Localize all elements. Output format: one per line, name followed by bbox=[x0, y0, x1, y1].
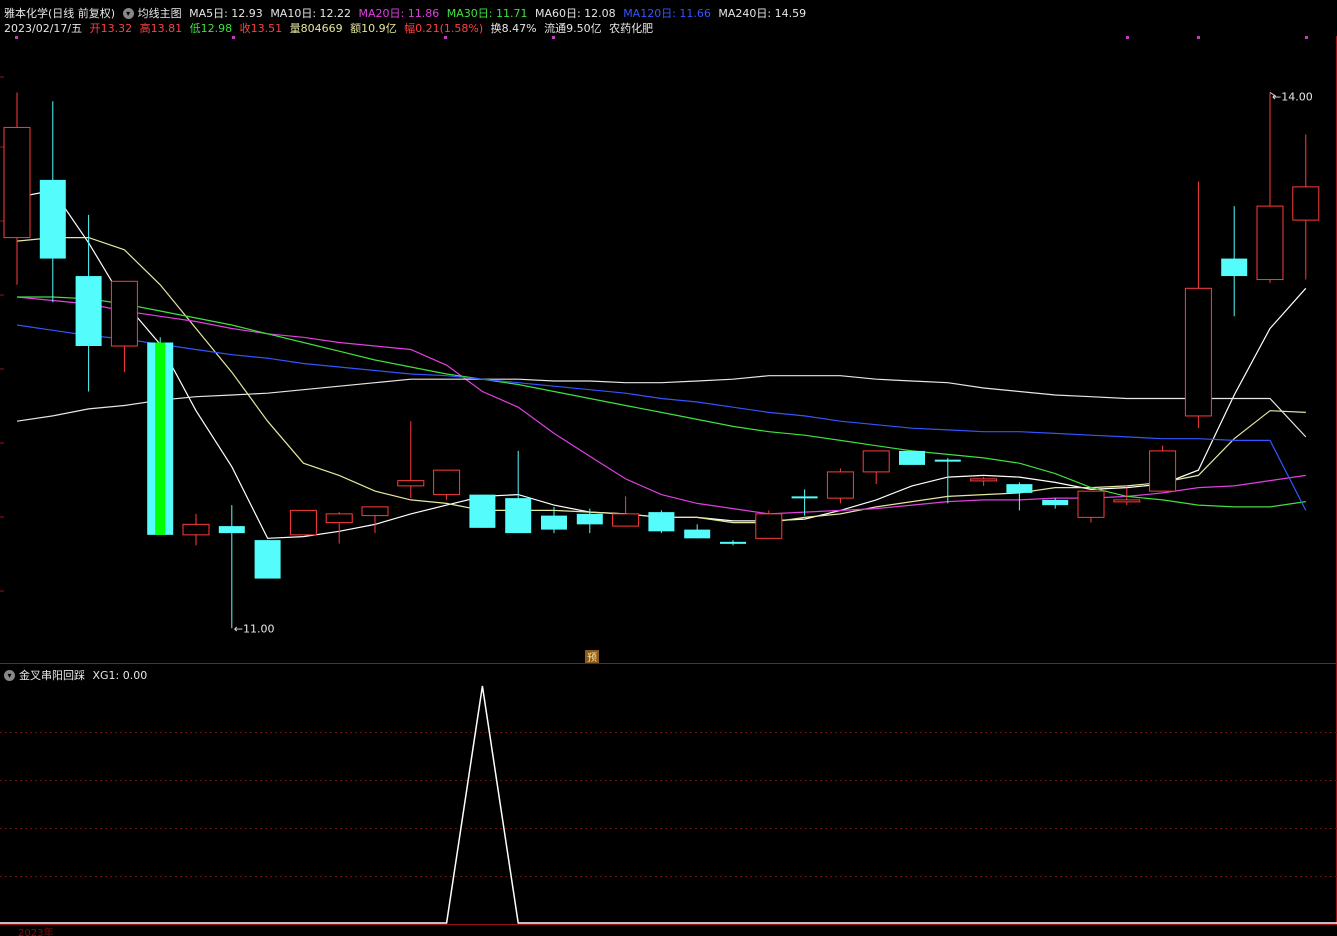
preview-badge[interactable]: 预 bbox=[585, 650, 599, 664]
candle[interactable] bbox=[325, 512, 353, 544]
candle[interactable] bbox=[1042, 498, 1069, 509]
candle[interactable] bbox=[1256, 92, 1284, 284]
candle-body-down bbox=[505, 498, 532, 534]
candle-body-down bbox=[75, 276, 102, 346]
candle[interactable] bbox=[862, 450, 890, 485]
candle-body-down bbox=[720, 541, 746, 544]
candle-body-down bbox=[39, 179, 66, 259]
candle-body-up bbox=[1256, 205, 1284, 281]
svg-text:←11.00: ←11.00 bbox=[234, 622, 275, 635]
candle-body-up bbox=[1113, 499, 1141, 503]
candle[interactable] bbox=[1149, 445, 1177, 492]
candle[interactable] bbox=[755, 510, 783, 539]
candle-body-down bbox=[899, 450, 925, 465]
candle[interactable] bbox=[1221, 206, 1248, 317]
candle-body-down bbox=[1042, 499, 1069, 506]
candle[interactable] bbox=[433, 469, 461, 500]
candle-body-down bbox=[541, 515, 567, 530]
candle[interactable] bbox=[684, 524, 711, 539]
candle[interactable] bbox=[899, 450, 925, 465]
candle-body-up bbox=[289, 509, 317, 536]
bottom-axis-label: 2023年 bbox=[18, 926, 53, 936]
candle-body-down bbox=[469, 494, 496, 528]
candle-body-down bbox=[1221, 258, 1248, 277]
moving-averages bbox=[16, 189, 1307, 539]
candle-body-up bbox=[826, 471, 854, 499]
candle-body-up bbox=[612, 513, 640, 527]
candle[interactable] bbox=[397, 421, 425, 499]
candle[interactable] bbox=[75, 214, 102, 392]
ma-line-ma30 bbox=[17, 296, 1306, 508]
candle[interactable] bbox=[218, 505, 245, 623]
candle[interactable] bbox=[612, 496, 640, 527]
candle[interactable] bbox=[469, 494, 496, 528]
candle[interactable] bbox=[934, 457, 961, 504]
candle-body-down bbox=[648, 512, 675, 532]
candle-body-down bbox=[218, 526, 245, 534]
candle[interactable] bbox=[3, 92, 31, 285]
candle[interactable] bbox=[1292, 134, 1320, 280]
candle-body-up bbox=[325, 513, 353, 524]
candle[interactable] bbox=[110, 280, 138, 373]
candle-body-down bbox=[791, 496, 818, 499]
ma-line-ma60 bbox=[16, 375, 1307, 438]
ma-line-ma20 bbox=[16, 296, 1306, 515]
candle[interactable] bbox=[39, 101, 66, 303]
candle-body-down bbox=[684, 529, 711, 539]
svg-text:←14.00: ←14.00 bbox=[1272, 90, 1313, 103]
candle-body-up bbox=[970, 478, 998, 482]
candle-body-up bbox=[1149, 450, 1177, 492]
signal-dots bbox=[15, 36, 1308, 39]
candle[interactable] bbox=[182, 513, 210, 546]
candle[interactable] bbox=[1006, 482, 1033, 511]
xg1-polyline bbox=[0, 685, 1337, 924]
candle[interactable] bbox=[1184, 181, 1212, 429]
candle-body-up bbox=[755, 513, 783, 539]
candle[interactable] bbox=[147, 337, 174, 535]
ma-line-ma120 bbox=[16, 324, 1307, 511]
candle-body-down bbox=[1006, 484, 1033, 493]
candle-body-up bbox=[1184, 287, 1212, 417]
candle-body-up bbox=[1077, 490, 1105, 518]
candle-body-up bbox=[361, 506, 389, 517]
candle[interactable] bbox=[289, 509, 317, 536]
candle-body-up bbox=[182, 523, 210, 536]
candle-body-up bbox=[3, 126, 31, 239]
candle-body-down bbox=[576, 513, 603, 525]
low-price-marker: ←11.00 bbox=[231, 622, 275, 635]
candle[interactable] bbox=[970, 477, 998, 486]
high-price-marker: ←14.00 bbox=[1269, 90, 1313, 103]
candle[interactable] bbox=[1077, 490, 1105, 523]
candle-body-up bbox=[110, 280, 138, 347]
candle-body-down bbox=[934, 459, 961, 462]
y-axis-ticks bbox=[0, 76, 4, 592]
sub-panel-grid bbox=[0, 732, 1337, 877]
candle-body-down bbox=[254, 540, 281, 579]
candle[interactable] bbox=[254, 540, 281, 579]
candle-body-up bbox=[862, 450, 890, 473]
ma-line-ma10 bbox=[16, 237, 1306, 524]
limit-down-marker bbox=[155, 342, 166, 535]
candle[interactable] bbox=[505, 450, 532, 534]
candles bbox=[3, 92, 1320, 623]
svg-text:预: 预 bbox=[587, 652, 597, 664]
candle-body-up bbox=[433, 469, 461, 496]
xg1-line bbox=[0, 685, 1337, 924]
candle[interactable] bbox=[826, 468, 854, 504]
candle[interactable] bbox=[648, 510, 675, 534]
candle-body-up bbox=[397, 480, 425, 487]
kline-chart[interactable]: ←11.00 ←14.00 预 2023年 bbox=[0, 0, 1337, 936]
candle[interactable] bbox=[720, 540, 746, 546]
candle-body-up bbox=[1292, 186, 1320, 221]
candle[interactable] bbox=[361, 506, 389, 534]
